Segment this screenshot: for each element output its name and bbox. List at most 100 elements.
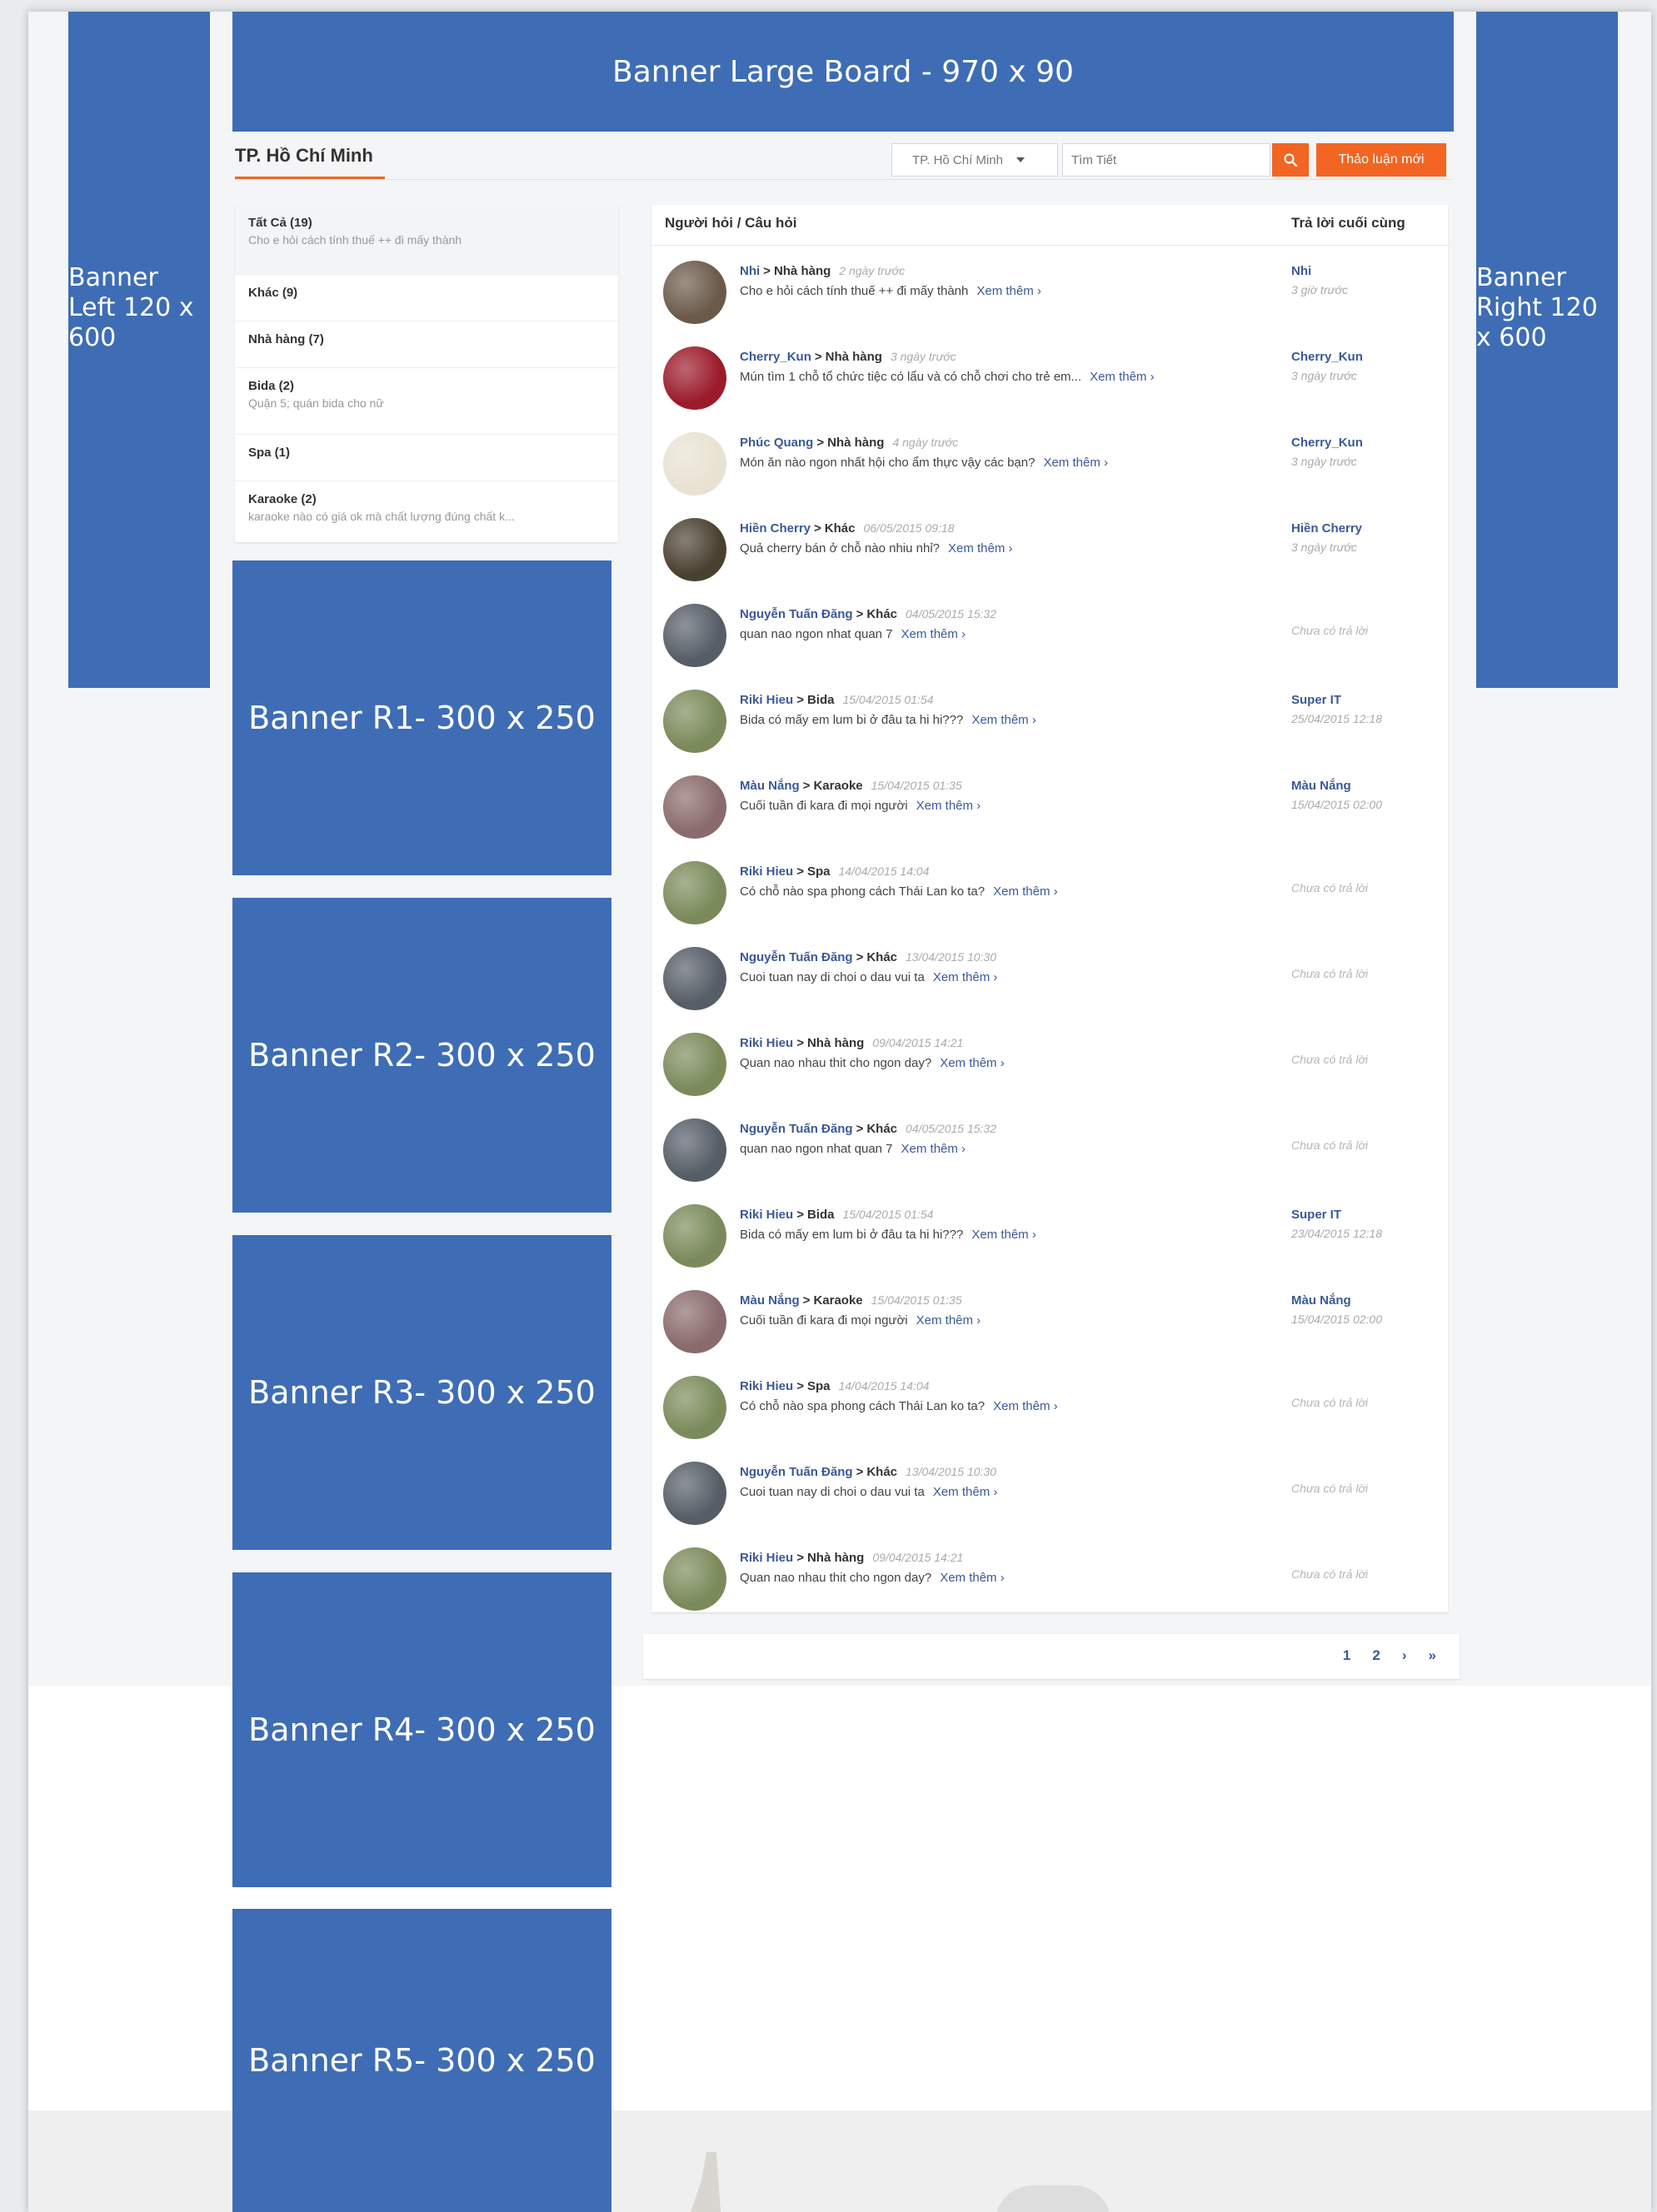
question-text[interactable]: quan nao ngon nhat quan 7 xyxy=(740,627,893,641)
question-text[interactable]: Có chỗ nào spa phong cách Thái Lan ko ta… xyxy=(740,884,985,899)
avatar[interactable] xyxy=(663,1376,726,1439)
page-link-2[interactable]: 2 xyxy=(1372,1647,1380,1664)
see-more-link[interactable]: Xem thêm › xyxy=(893,627,966,641)
see-more-link[interactable]: Xem thêm › xyxy=(985,1399,1058,1413)
avatar[interactable] xyxy=(663,690,726,753)
see-more-link[interactable]: Xem thêm › xyxy=(963,1228,1036,1242)
author-link[interactable]: Màu Nắng xyxy=(740,779,800,793)
category-item[interactable]: Bida (2) Quận 5; quán bida cho nữ xyxy=(235,368,618,435)
see-more-link[interactable]: Xem thêm › xyxy=(1035,456,1108,470)
see-more-link[interactable]: Xem thêm › xyxy=(925,970,998,984)
last-page-link[interactable]: » xyxy=(1429,1647,1436,1664)
avatar[interactable] xyxy=(663,1033,726,1096)
banner-r1[interactable]: Banner R1- 300 x 250 xyxy=(232,560,611,875)
last-reply-author[interactable]: Nhi xyxy=(1291,264,1433,278)
author-link[interactable]: Riki Hieu xyxy=(740,1551,793,1565)
avatar[interactable] xyxy=(663,346,726,410)
category-link[interactable]: Nhà hàng xyxy=(807,1036,864,1050)
question-text[interactable]: Cho e hỏi cách tính thuế ++ đi mấy thành xyxy=(740,284,968,298)
see-more-link[interactable]: Xem thêm › xyxy=(940,541,1013,555)
author-link[interactable]: Hiền Cherry xyxy=(740,521,811,536)
banner-r2[interactable]: Banner R2- 300 x 250 xyxy=(232,898,611,1213)
city-select[interactable]: TP. Hồ Chí Minh xyxy=(891,143,1058,177)
see-more-link[interactable]: Xem thêm › xyxy=(925,1485,998,1499)
see-more-link[interactable]: Xem thêm › xyxy=(968,284,1041,298)
category-link[interactable]: Nhà hàng xyxy=(807,1551,864,1565)
question-text[interactable]: Có chỗ nào spa phong cách Thái Lan ko ta… xyxy=(740,1399,985,1413)
question-text[interactable]: Quả cherry bán ở chỗ nào nhiu nhỉ? xyxy=(740,541,940,555)
author-link[interactable]: Nguyễn Tuấn Đăng xyxy=(740,1122,853,1136)
author-link[interactable]: Riki Hieu xyxy=(740,864,793,879)
author-link[interactable]: Phúc Quang xyxy=(740,436,813,450)
category-item[interactable]: Karaoke (2) karaoke nào có giá ok mà chấ… xyxy=(235,481,618,542)
avatar[interactable] xyxy=(663,518,726,581)
last-reply-author[interactable]: Cherry_Kun xyxy=(1291,436,1433,450)
category-link[interactable]: Khác xyxy=(866,1465,897,1479)
last-reply-author[interactable]: Hiền Cherry xyxy=(1291,521,1433,536)
category-item[interactable]: Nhà hàng (7) xyxy=(235,321,618,368)
see-more-link[interactable]: Xem thêm › xyxy=(985,884,1058,899)
question-text[interactable]: Mún tìm 1 chỗ tổ chức tiệc có lẩu và có … xyxy=(740,370,1081,384)
last-reply-author[interactable]: Super IT xyxy=(1291,693,1433,707)
author-link[interactable]: Nguyễn Tuấn Đăng xyxy=(740,950,853,964)
author-link[interactable]: Cherry_Kun xyxy=(740,350,811,364)
avatar[interactable] xyxy=(663,604,726,667)
question-text[interactable]: Cuoi tuan nay di choi o dau vui ta xyxy=(740,1485,925,1499)
author-link[interactable]: Nhi xyxy=(740,264,760,278)
avatar[interactable] xyxy=(663,947,726,1010)
author-link[interactable]: Màu Nắng xyxy=(740,1293,800,1308)
banner-r3[interactable]: Banner R3- 300 x 250 xyxy=(232,1235,611,1550)
banner-right[interactable]: Banner Right 120 x 600 xyxy=(1476,12,1618,688)
category-link[interactable]: Bida xyxy=(807,693,835,707)
see-more-link[interactable]: Xem thêm › xyxy=(893,1142,966,1156)
category-link[interactable]: Nhà hàng xyxy=(827,436,884,450)
avatar[interactable] xyxy=(663,1462,726,1525)
question-text[interactable]: Cuoi tuan nay di choi o dau vui ta xyxy=(740,970,925,984)
author-link[interactable]: Riki Hieu xyxy=(740,693,793,707)
last-reply-author[interactable]: Màu Nắng xyxy=(1291,1293,1433,1308)
avatar[interactable] xyxy=(663,861,726,924)
search-input[interactable] xyxy=(1062,143,1270,177)
see-more-link[interactable]: Xem thêm › xyxy=(931,1571,1005,1585)
banner-r5[interactable]: Banner R5- 300 x 250 xyxy=(232,1909,611,2212)
category-link[interactable]: Karaoke xyxy=(813,1293,862,1308)
category-link[interactable]: Bida xyxy=(807,1208,835,1222)
author-link[interactable]: Riki Hieu xyxy=(740,1208,793,1222)
category-item[interactable]: Khác (9) xyxy=(235,275,618,321)
category-link[interactable]: Karaoke xyxy=(813,779,862,793)
question-text[interactable]: Món ăn nào ngon nhất hội cho ẩm thực vậy… xyxy=(740,456,1035,470)
category-link[interactable]: Khác xyxy=(866,607,897,621)
category-link[interactable]: Nhà hàng xyxy=(826,350,882,364)
avatar[interactable] xyxy=(663,1290,726,1353)
author-link[interactable]: Riki Hieu xyxy=(740,1379,793,1393)
category-link[interactable]: Khác xyxy=(825,521,856,536)
author-link[interactable]: Nguyễn Tuấn Đăng xyxy=(740,1465,853,1479)
avatar[interactable] xyxy=(663,1547,726,1611)
question-text[interactable]: Bida có mấy em lum bi ở đâu ta hi hi??? xyxy=(740,713,963,727)
see-more-link[interactable]: Xem thêm › xyxy=(931,1056,1005,1070)
question-text[interactable]: Quan nao nhau thit cho ngon day? xyxy=(740,1571,931,1585)
category-link[interactable]: Spa xyxy=(807,864,831,879)
search-button[interactable] xyxy=(1272,143,1309,177)
see-more-link[interactable]: Xem thêm › xyxy=(908,1313,981,1328)
last-reply-author[interactable]: Super IT xyxy=(1291,1208,1433,1222)
avatar[interactable] xyxy=(663,1204,726,1268)
see-more-link[interactable]: Xem thêm › xyxy=(908,799,981,813)
author-link[interactable]: Nguyễn Tuấn Đăng xyxy=(740,607,853,621)
last-reply-author[interactable]: Cherry_Kun xyxy=(1291,350,1433,364)
avatar[interactable] xyxy=(663,775,726,839)
see-more-link[interactable]: Xem thêm › xyxy=(1081,370,1155,384)
avatar[interactable] xyxy=(663,432,726,496)
question-text[interactable]: Quan nao nhau thit cho ngon day? xyxy=(740,1056,931,1070)
last-reply-author[interactable]: Màu Nắng xyxy=(1291,779,1433,793)
avatar[interactable] xyxy=(663,261,726,324)
banner-left[interactable]: Banner Left 120 x 600 xyxy=(68,12,210,688)
new-discussion-button[interactable]: Thảo luận mới xyxy=(1316,143,1446,177)
category-item[interactable]: Spa (1) xyxy=(235,435,618,481)
banner-r4[interactable]: Banner R4- 300 x 250 xyxy=(232,1572,611,1887)
question-text[interactable]: Cuối tuần đi kara đi mọi người xyxy=(740,1313,908,1328)
question-text[interactable]: quan nao ngon nhat quan 7 xyxy=(740,1142,893,1156)
avatar[interactable] xyxy=(663,1118,726,1182)
category-item[interactable]: Tất Cả (19) Cho e hỏi cách tính thuế ++ … xyxy=(235,205,618,275)
category-link[interactable]: Khác xyxy=(866,950,897,964)
